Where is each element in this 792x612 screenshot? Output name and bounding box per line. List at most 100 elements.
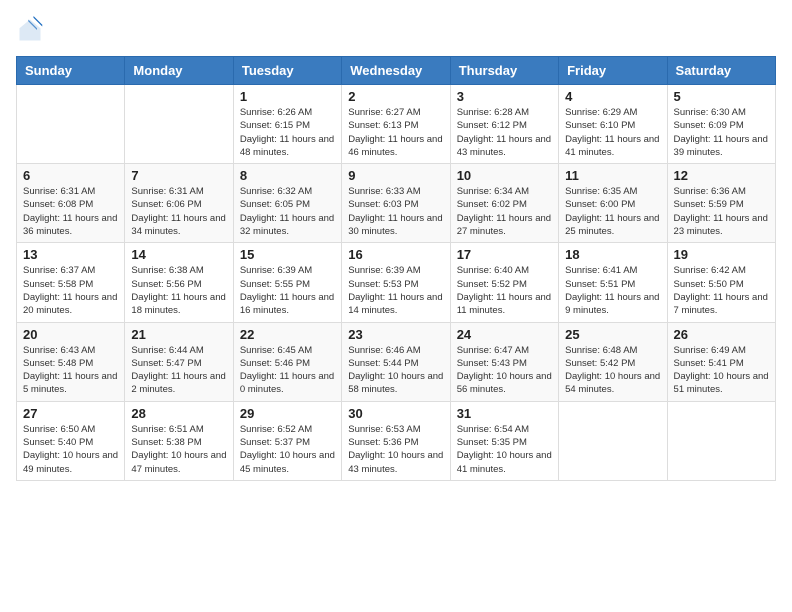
calendar-cell: 25 Sunrise: 6:48 AM Sunset: 5:42 PM Dayli… <box>559 322 667 401</box>
calendar-cell: 13 Sunrise: 6:37 AM Sunset: 5:58 PM Dayli… <box>17 243 125 322</box>
calendar-cell: 12 Sunrise: 6:36 AM Sunset: 5:59 PM Dayli… <box>667 164 775 243</box>
calendar-cell: 29 Sunrise: 6:52 AM Sunset: 5:37 PM Dayli… <box>233 401 341 480</box>
day-number: 31 <box>457 406 552 421</box>
calendar-cell: 30 Sunrise: 6:53 AM Sunset: 5:36 PM Dayli… <box>342 401 450 480</box>
day-number: 19 <box>674 247 769 262</box>
day-number: 16 <box>348 247 443 262</box>
day-number: 14 <box>131 247 226 262</box>
calendar-cell: 17 Sunrise: 6:40 AM Sunset: 5:52 PM Dayli… <box>450 243 558 322</box>
day-number: 30 <box>348 406 443 421</box>
day-number: 20 <box>23 327 118 342</box>
calendar-cell: 28 Sunrise: 6:51 AM Sunset: 5:38 PM Dayli… <box>125 401 233 480</box>
calendar-cell: 3 Sunrise: 6:28 AM Sunset: 6:12 PM Daylig… <box>450 85 558 164</box>
day-info: Sunrise: 6:48 AM Sunset: 5:42 PM Dayligh… <box>565 344 660 397</box>
day-number: 17 <box>457 247 552 262</box>
day-number: 1 <box>240 89 335 104</box>
day-info: Sunrise: 6:47 AM Sunset: 5:43 PM Dayligh… <box>457 344 552 397</box>
calendar-week-row: 13 Sunrise: 6:37 AM Sunset: 5:58 PM Dayli… <box>17 243 776 322</box>
day-info: Sunrise: 6:29 AM Sunset: 6:10 PM Dayligh… <box>565 106 660 159</box>
calendar-cell: 14 Sunrise: 6:38 AM Sunset: 5:56 PM Dayli… <box>125 243 233 322</box>
day-info: Sunrise: 6:28 AM Sunset: 6:12 PM Dayligh… <box>457 106 552 159</box>
day-number: 3 <box>457 89 552 104</box>
day-info: Sunrise: 6:40 AM Sunset: 5:52 PM Dayligh… <box>457 264 552 317</box>
day-info: Sunrise: 6:37 AM Sunset: 5:58 PM Dayligh… <box>23 264 118 317</box>
day-number: 15 <box>240 247 335 262</box>
day-number: 13 <box>23 247 118 262</box>
calendar-cell: 2Sunrise: 6:27 AM Sunset: 6:13 PM Daylig… <box>342 85 450 164</box>
calendar-cell: 1 Sunrise: 6:26 AM Sunset: 6:15 PM Daylig… <box>233 85 341 164</box>
day-number: 4 <box>565 89 660 104</box>
day-info: Sunrise: 6:51 AM Sunset: 5:38 PM Dayligh… <box>131 423 226 476</box>
day-info: Sunrise: 6:38 AM Sunset: 5:56 PM Dayligh… <box>131 264 226 317</box>
day-info: Sunrise: 6:27 AM Sunset: 6:13 PM Dayligh… <box>348 106 443 159</box>
calendar-cell: 21Sunrise: 6:44 AM Sunset: 5:47 PM Dayli… <box>125 322 233 401</box>
logo-icon <box>16 16 44 44</box>
calendar-week-row: 1 Sunrise: 6:26 AM Sunset: 6:15 PM Daylig… <box>17 85 776 164</box>
day-info: Sunrise: 6:33 AM Sunset: 6:03 PM Dayligh… <box>348 185 443 238</box>
calendar-cell: 22 Sunrise: 6:45 AM Sunset: 5:46 PM Dayli… <box>233 322 341 401</box>
weekday-header-sunday: Sunday <box>17 57 125 85</box>
calendar-cell: 11 Sunrise: 6:35 AM Sunset: 6:00 PM Dayli… <box>559 164 667 243</box>
day-number: 23 <box>348 327 443 342</box>
day-info: Sunrise: 6:53 AM Sunset: 5:36 PM Dayligh… <box>348 423 443 476</box>
calendar-table: SundayMondayTuesdayWednesdayThursdayFrid… <box>16 56 776 481</box>
day-info: Sunrise: 6:43 AM Sunset: 5:48 PM Dayligh… <box>23 344 118 397</box>
weekday-header-saturday: Saturday <box>667 57 775 85</box>
day-info: Sunrise: 6:31 AM Sunset: 6:06 PM Dayligh… <box>131 185 226 238</box>
calendar-cell <box>17 85 125 164</box>
logo <box>16 16 48 44</box>
day-number: 26 <box>674 327 769 342</box>
day-number: 25 <box>565 327 660 342</box>
weekday-header-monday: Monday <box>125 57 233 85</box>
day-info: Sunrise: 6:45 AM Sunset: 5:46 PM Dayligh… <box>240 344 335 397</box>
calendar-cell <box>667 401 775 480</box>
day-number: 11 <box>565 168 660 183</box>
day-number: 10 <box>457 168 552 183</box>
day-info: Sunrise: 6:32 AM Sunset: 6:05 PM Dayligh… <box>240 185 335 238</box>
calendar-cell: 10 Sunrise: 6:34 AM Sunset: 6:02 PM Dayli… <box>450 164 558 243</box>
calendar-cell: 31 Sunrise: 6:54 AM Sunset: 5:35 PM Dayli… <box>450 401 558 480</box>
day-number: 12 <box>674 168 769 183</box>
day-number: 9 <box>348 168 443 183</box>
calendar-cell: 27Sunrise: 6:50 AM Sunset: 5:40 PM Dayli… <box>17 401 125 480</box>
calendar-cell: 9 Sunrise: 6:33 AM Sunset: 6:03 PM Daylig… <box>342 164 450 243</box>
day-info: Sunrise: 6:26 AM Sunset: 6:15 PM Dayligh… <box>240 106 335 159</box>
calendar-cell: 7 Sunrise: 6:31 AM Sunset: 6:06 PM Daylig… <box>125 164 233 243</box>
day-info: Sunrise: 6:30 AM Sunset: 6:09 PM Dayligh… <box>674 106 769 159</box>
day-number: 28 <box>131 406 226 421</box>
day-number: 29 <box>240 406 335 421</box>
calendar-cell: 15 Sunrise: 6:39 AM Sunset: 5:55 PM Dayli… <box>233 243 341 322</box>
day-info: Sunrise: 6:34 AM Sunset: 6:02 PM Dayligh… <box>457 185 552 238</box>
calendar-cell: 23 Sunrise: 6:46 AM Sunset: 5:44 PM Dayli… <box>342 322 450 401</box>
day-number: 18 <box>565 247 660 262</box>
day-number: 22 <box>240 327 335 342</box>
day-number: 27 <box>23 406 118 421</box>
calendar-cell: 16 Sunrise: 6:39 AM Sunset: 5:53 PM Dayli… <box>342 243 450 322</box>
calendar-cell: 18Sunrise: 6:41 AM Sunset: 5:51 PM Dayli… <box>559 243 667 322</box>
calendar-cell: 19 Sunrise: 6:42 AM Sunset: 5:50 PM Dayli… <box>667 243 775 322</box>
day-info: Sunrise: 6:35 AM Sunset: 6:00 PM Dayligh… <box>565 185 660 238</box>
day-info: Sunrise: 6:49 AM Sunset: 5:41 PM Dayligh… <box>674 344 769 397</box>
day-info: Sunrise: 6:39 AM Sunset: 5:55 PM Dayligh… <box>240 264 335 317</box>
day-number: 7 <box>131 168 226 183</box>
day-number: 24 <box>457 327 552 342</box>
calendar-cell: 6Sunrise: 6:31 AM Sunset: 6:08 PM Daylig… <box>17 164 125 243</box>
day-info: Sunrise: 6:36 AM Sunset: 5:59 PM Dayligh… <box>674 185 769 238</box>
day-info: Sunrise: 6:39 AM Sunset: 5:53 PM Dayligh… <box>348 264 443 317</box>
calendar-week-row: 6Sunrise: 6:31 AM Sunset: 6:08 PM Daylig… <box>17 164 776 243</box>
calendar-cell: 4 Sunrise: 6:29 AM Sunset: 6:10 PM Daylig… <box>559 85 667 164</box>
weekday-header-tuesday: Tuesday <box>233 57 341 85</box>
day-info: Sunrise: 6:54 AM Sunset: 5:35 PM Dayligh… <box>457 423 552 476</box>
calendar-header-row: SundayMondayTuesdayWednesdayThursdayFrid… <box>17 57 776 85</box>
day-number: 5 <box>674 89 769 104</box>
day-info: Sunrise: 6:42 AM Sunset: 5:50 PM Dayligh… <box>674 264 769 317</box>
weekday-header-thursday: Thursday <box>450 57 558 85</box>
day-info: Sunrise: 6:46 AM Sunset: 5:44 PM Dayligh… <box>348 344 443 397</box>
calendar-cell <box>559 401 667 480</box>
page-header <box>16 16 776 44</box>
calendar-cell: 24 Sunrise: 6:47 AM Sunset: 5:43 PM Dayli… <box>450 322 558 401</box>
day-info: Sunrise: 6:52 AM Sunset: 5:37 PM Dayligh… <box>240 423 335 476</box>
day-number: 21 <box>131 327 226 342</box>
weekday-header-wednesday: Wednesday <box>342 57 450 85</box>
calendar-cell <box>125 85 233 164</box>
